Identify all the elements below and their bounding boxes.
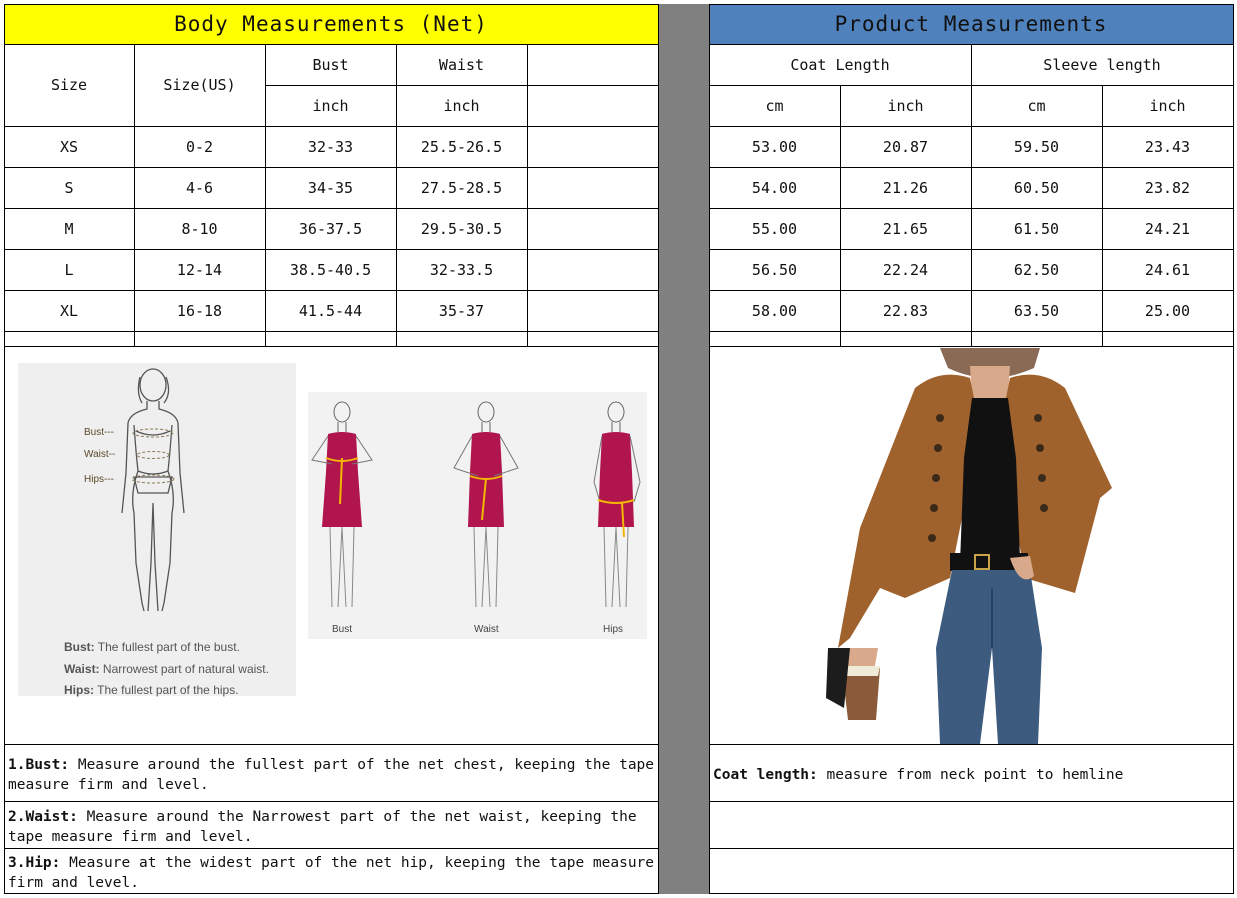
dress-figure-waist: [453, 401, 519, 608]
table-cell-sleeve-cm: 61.50: [1013, 219, 1060, 238]
table-cell-size: M: [64, 219, 74, 238]
legend-waist-key: Waist:: [64, 661, 100, 676]
table-cell-waist: 27.5-28.5: [420, 178, 503, 197]
table-cell-coat-cm: 56.50: [751, 260, 798, 279]
col-size-us-header: Size(US): [163, 76, 236, 94]
dress-figure-hips: [593, 401, 641, 608]
waist-unit: inch: [443, 96, 480, 115]
table-cell-sleeve-in: 23.82: [1144, 178, 1191, 197]
col-coat-length-header: Coat Length: [790, 55, 890, 74]
table-cell-coat-in: 22.24: [882, 260, 929, 279]
table-cell-waist: 25.5-26.5: [420, 137, 503, 156]
table-cell-coat-cm: 53.00: [751, 137, 798, 156]
legend-waist-value: Narrowest part of natural waist.: [102, 661, 269, 676]
note-waist: 2.Waist: Measure around the Narrowest pa…: [4, 807, 658, 847]
coat-cm-unit: cm: [765, 96, 784, 115]
table-cell-size: XL: [59, 301, 79, 320]
note-hip: 3.Hip: Measure at the widest part of the…: [4, 853, 658, 893]
sleeve-inch-unit: inch: [1149, 96, 1186, 115]
table-cell-coat-in: 21.26: [882, 178, 929, 197]
table-cell-bust: 36-37.5: [298, 219, 363, 238]
table-cell-us: 8-10: [181, 219, 218, 238]
table-cell-coat-in: 22.83: [882, 301, 929, 320]
table-cell-coat-in: 21.65: [882, 219, 929, 238]
jacket-model-icon: [826, 348, 1112, 744]
col-waist-header: Waist: [438, 55, 485, 74]
col-size-header: Size: [50, 76, 88, 94]
body-legend: Bust: The fullest part of the bust. Wais…: [64, 637, 296, 702]
dress-figures-diagram: Bust Waist Hips: [308, 392, 647, 639]
body-measurements-title: Body Measurements (Net): [174, 12, 488, 36]
table-cell-sleeve-cm: 62.50: [1013, 260, 1060, 279]
table-cell-coat-in: 20.87: [882, 137, 929, 156]
table-cell-sleeve-cm: 60.50: [1013, 178, 1060, 197]
table-cell-bust: 32-33: [307, 137, 354, 156]
table-cell-us: 12-14: [176, 260, 223, 279]
table-cell-waist: 29.5-30.5: [420, 219, 503, 238]
product-measurements-title: Product Measurements: [834, 12, 1108, 36]
dress-hips-label: Hips: [603, 624, 623, 635]
table-cell-bust: 38.5-40.5: [289, 260, 372, 279]
table-cell-coat-cm: 54.00: [751, 178, 798, 197]
note-hip-text: Measure at the widest part of the net hi…: [8, 855, 655, 891]
note-bust-key: 1.Bust:: [8, 757, 70, 773]
dress-bust-label: Bust: [332, 624, 352, 635]
note-bust: 1.Bust: Measure around the fullest part …: [4, 755, 658, 795]
table-cell-sleeve-in: 24.61: [1144, 260, 1191, 279]
dress-figure-bust: [311, 401, 373, 608]
sleeve-cm-unit: cm: [1027, 96, 1046, 115]
legend-bust-key: Bust:: [64, 640, 95, 654]
table-cell-waist: 32-33.5: [429, 260, 494, 279]
coat-inch-unit: inch: [887, 96, 924, 115]
table-cell-sleeve-in: 23.43: [1144, 137, 1191, 156]
legend-hips-key: Hips:: [64, 683, 94, 697]
table-cell-sleeve-cm: 63.50: [1013, 301, 1060, 320]
note-coat-length: Coat length: measure from neck point to …: [709, 765, 1233, 785]
legend-hips-value: The fullest part of the hips.: [97, 683, 239, 697]
dress-figures-icon: Bust Waist Hips: [311, 401, 641, 635]
note-coat-key: Coat length:: [713, 767, 818, 783]
hips-marker-label: Hips---: [84, 474, 114, 485]
note-waist-text: Measure around the Narrowest part of the…: [8, 809, 637, 845]
note-waist-key: 2.Waist:: [8, 809, 78, 825]
table-cell-waist: 35-37: [438, 301, 485, 320]
legend-bust-value: The fullest part of the bust.: [97, 640, 240, 654]
table-cell-bust: 34-35: [307, 178, 354, 197]
table-cell-bust: 41.5-44: [298, 301, 363, 320]
note-bust-text: Measure around the fullest part of the n…: [8, 757, 655, 793]
bust-marker-label: Bust---: [84, 427, 114, 438]
table-cell-sleeve-in: 25.00: [1144, 301, 1191, 320]
product-photo: [820, 348, 1120, 744]
note-hip-key: 3.Hip:: [8, 855, 61, 871]
table-cell-coat-cm: 55.00: [751, 219, 798, 238]
table-cell-coat-cm: 58.00: [751, 301, 798, 320]
table-cell-us: 0-2: [185, 137, 214, 156]
table-cell-us: 16-18: [176, 301, 223, 320]
note-coat-text: measure from neck point to hemline: [817, 767, 1124, 783]
table-cell-sleeve-cm: 59.50: [1013, 137, 1060, 156]
col-bust-header: Bust: [312, 55, 349, 74]
table-cell-size: XS: [59, 137, 79, 156]
col-sleeve-length-header: Sleeve length: [1043, 55, 1161, 74]
bust-unit: inch: [312, 96, 349, 115]
table-cell-sleeve-in: 24.21: [1144, 219, 1191, 238]
table-cell-size: S: [64, 178, 74, 197]
table-cell-us: 4-6: [185, 178, 214, 197]
table-cell-size: L: [64, 260, 74, 279]
divider-column: [658, 4, 709, 894]
waist-marker-label: Waist--: [84, 449, 115, 460]
dress-waist-label: Waist: [474, 624, 499, 635]
body-figure-diagram: Bust--- Waist-- Hips--- Bust: The fulles…: [18, 363, 296, 697]
